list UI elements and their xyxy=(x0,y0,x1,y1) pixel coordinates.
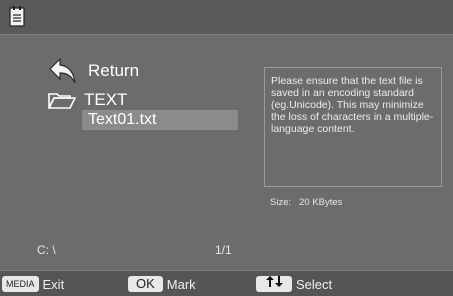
media-key[interactable]: MEDIA xyxy=(2,276,39,292)
exit-hint[interactable]: MEDIA Exit xyxy=(2,276,64,292)
select-hint[interactable]: Select xyxy=(256,276,332,292)
bottom-help-bar: MEDIA Exit OK Mark Select xyxy=(0,270,453,296)
media-player-screen: Return TEXT Text01.txt Please ensure tha… xyxy=(0,0,453,296)
mark-label: Mark xyxy=(166,276,196,292)
file-item-selected[interactable]: Text01.txt xyxy=(82,110,238,130)
page-indicator: 1/1 xyxy=(215,243,232,257)
size-label: Size: xyxy=(270,197,292,208)
top-divider xyxy=(0,34,453,35)
select-label: Select xyxy=(296,276,333,292)
return-arrow-icon xyxy=(49,57,76,84)
info-panel: Please ensure that the text file is save… xyxy=(264,67,442,187)
info-message: Please ensure that the text file is save… xyxy=(271,75,434,135)
top-bar xyxy=(0,0,453,34)
open-folder-icon xyxy=(48,93,76,109)
arrows-key-icon[interactable] xyxy=(256,276,292,292)
folder-item-text[interactable]: TEXT xyxy=(48,89,127,111)
file-size-info: Size: 20 KBytes xyxy=(270,197,342,208)
notepad-icon xyxy=(9,6,25,27)
return-item[interactable]: Return xyxy=(48,55,139,87)
folder-label: TEXT xyxy=(84,90,128,109)
return-label: Return xyxy=(88,61,140,80)
current-path: C: \ xyxy=(37,243,56,257)
ok-key[interactable]: OK xyxy=(128,276,163,292)
size-value: 20 KBytes xyxy=(299,197,343,208)
mark-hint[interactable]: OK Mark xyxy=(128,276,196,292)
file-label: Text01.txt xyxy=(88,111,157,128)
up-down-arrows-icon xyxy=(266,276,283,287)
exit-label: Exit xyxy=(42,276,65,292)
